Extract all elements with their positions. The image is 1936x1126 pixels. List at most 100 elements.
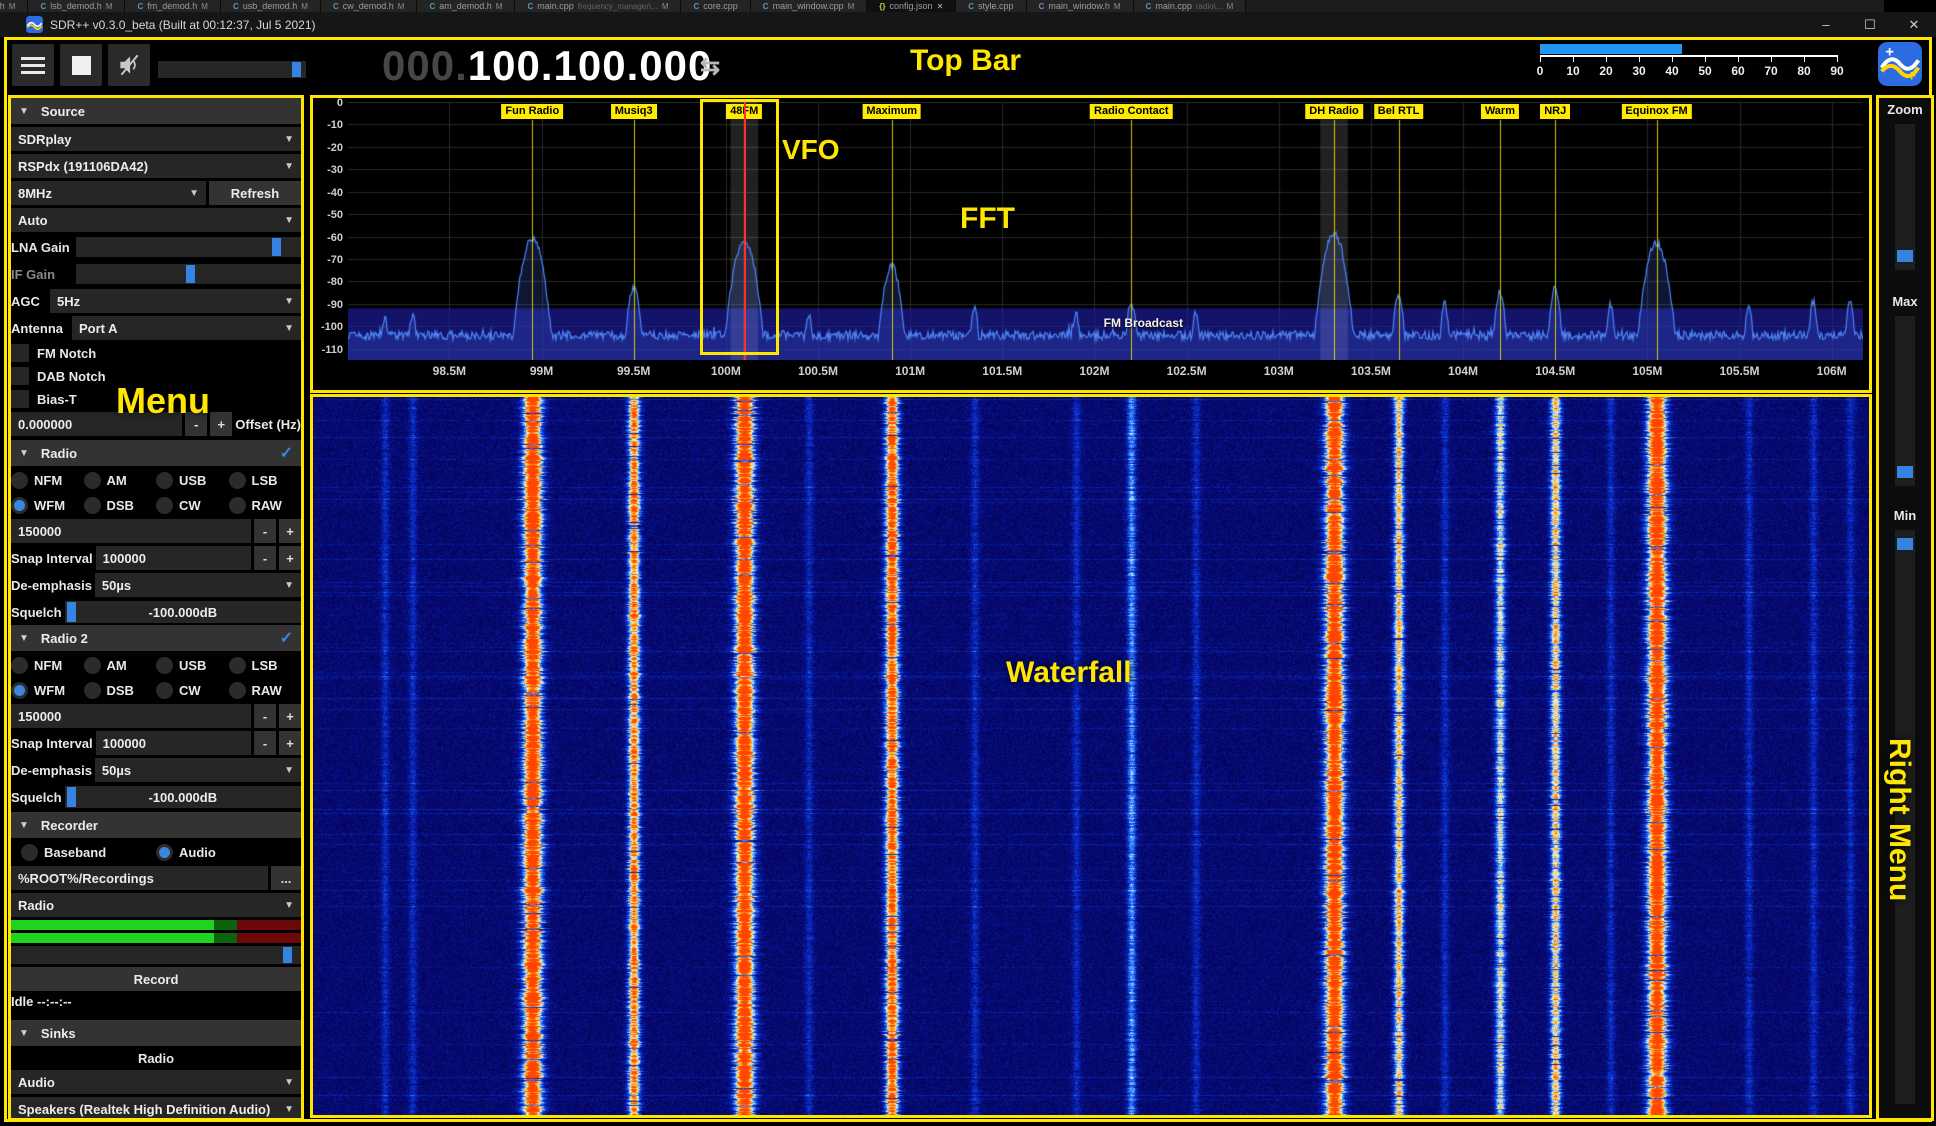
sinks-header[interactable]: ▼ Sinks [11,1020,301,1046]
snap-minus-button[interactable]: - [254,731,276,755]
tab-close-icon[interactable]: ✕ [937,2,944,11]
editor-tab-style-cpp[interactable]: Cstyle.cpp [956,0,1026,12]
editor-tab-cw-demod-h[interactable]: Ccw_demod.hM [321,0,417,12]
recorder-header[interactable]: ▼ Recorder [11,812,301,838]
source-driver-select[interactable]: SDRplay▼ [11,127,301,151]
snap-input[interactable]: 100000 [96,731,251,755]
if-mode-select[interactable]: Auto▼ [11,208,301,232]
recording-path-input[interactable]: %ROOT%/Recordings [11,866,268,890]
zoom-slider[interactable] [1895,124,1915,270]
squelch-handle[interactable] [67,787,76,807]
chevron-down-icon[interactable]: ▼ [19,448,29,459]
bookmark-label-nrj[interactable]: NRJ [1540,104,1570,119]
menu-button[interactable] [12,44,54,86]
sink-device-select[interactable]: Speakers (Realtek High Definition Audio)… [11,1097,301,1118]
source-header[interactable]: ▼ Source [11,98,301,124]
bookmark-label-radio-contact[interactable]: Radio Contact [1090,104,1173,119]
editor-tab-lsb-demod-h[interactable]: Clsb_demod.hM [28,0,125,12]
mode-nfm[interactable]: NFM [11,469,84,491]
recorder-stream-select[interactable]: Radio▼ [11,893,301,917]
enabled-check-icon[interactable]: ✓ [280,443,293,463]
fm-notch-checkbox[interactable] [11,344,29,362]
bookmark-label-warm[interactable]: Warm [1481,104,1519,119]
record-button[interactable]: Record [11,967,301,991]
bias-t-checkbox[interactable] [11,390,29,408]
chevron-down-icon[interactable]: ▼ [19,1028,29,1039]
snap-minus-button[interactable]: - [254,546,276,570]
chevron-down-icon[interactable]: ▼ [19,820,29,831]
recorder-volume-slider[interactable] [11,946,301,964]
mute-button[interactable] [108,44,150,86]
editor-tab-fm-demod-h[interactable]: Cfm_demod.hM [125,0,220,12]
editor-tab-config-json[interactable]: {}config.json✕ [867,0,956,12]
mode-usb[interactable]: USB [156,654,229,676]
sink-type-select[interactable]: Audio▼ [11,1070,301,1094]
volume-slider-handle[interactable] [292,62,301,77]
radio-header[interactable]: ▼ Radio ✓ [11,440,301,466]
waterfall-canvas[interactable] [313,397,1869,1115]
close-icon[interactable]: ✕ [1892,17,1936,33]
editor-tab-usb-demod-h[interactable]: Cusb_demod.hM [221,0,321,12]
squelch-handle[interactable] [67,602,76,622]
if-gain-handle[interactable] [186,265,195,283]
bandwidth-input[interactable]: 150000 [11,519,251,543]
browse-button[interactable]: ... [271,866,301,890]
source-device-select[interactable]: RSPdx (191106DA42)▼ [11,154,301,178]
agc-select[interactable]: 5Hz▼ [50,289,301,313]
mode-raw[interactable]: RAW [229,494,302,516]
frequency-display[interactable]: 000.100.100.000 [382,42,712,90]
mode-am[interactable]: AM [84,469,157,491]
deemphasis-select[interactable]: 50µs▼ [95,573,301,597]
dab-notch-checkbox[interactable] [11,367,29,385]
mode-lsb[interactable]: LSB [229,654,302,676]
bandwidth-minus-button[interactable]: - [254,704,276,728]
editor-tab-main-cpp[interactable]: Cmain.cppfrequency_manager\...M [515,0,681,12]
frequency-bright-digits[interactable]: 100.100.000 [468,42,713,89]
mode-lsb[interactable]: LSB [229,469,302,491]
if-gain-slider[interactable] [76,264,301,284]
editor-tab-main-cpp[interactable]: Cmain.cppradio\...M [1134,0,1247,12]
mode-dsb[interactable]: DSB [84,679,157,701]
deemphasis-select[interactable]: 50µs▼ [95,758,301,782]
snap-plus-button[interactable]: + [279,731,301,755]
mode-cw[interactable]: CW [156,679,229,701]
fft-display[interactable]: 0-10-20-30-40-50-60-70-80-90-100-11098.5… [313,98,1869,390]
max-slider-handle[interactable] [1897,466,1913,478]
snap-input[interactable]: 100000 [96,546,251,570]
frequency-dim-digits[interactable]: 000. [382,42,468,89]
editor-tab-core-cpp[interactable]: Ccore.cpp [681,0,750,12]
bookmark-label-dh-radio[interactable]: DH Radio [1305,104,1363,119]
recorder-volume-handle[interactable] [283,947,292,963]
mode-usb[interactable]: USB [156,469,229,491]
minimize-icon[interactable]: – [1804,17,1848,32]
min-slider-handle[interactable] [1897,538,1913,550]
recorder-mode-audio[interactable]: Audio [156,841,291,863]
vfo-center-line[interactable] [744,102,746,360]
chevron-down-icon[interactable]: ▼ [19,106,29,117]
bookmark-label-fun-radio[interactable]: Fun Radio [501,104,563,119]
mode-dsb[interactable]: DSB [84,494,157,516]
mode-am[interactable]: AM [84,654,157,676]
bandwidth-plus-button[interactable]: + [279,519,301,543]
chevron-down-icon[interactable]: ▼ [19,633,29,644]
bookmark-label-maximum[interactable]: Maximum [862,104,921,119]
lna-gain-handle[interactable] [272,238,281,256]
max-slider[interactable] [1895,316,1915,486]
offset-plus-button[interactable]: + [210,412,232,436]
mode-cw[interactable]: CW [156,494,229,516]
swap-icon[interactable]: ⇆ [700,52,720,81]
editor-tab-main-window-cpp[interactable]: Cmain_window.cppM [751,0,868,12]
mode-raw[interactable]: RAW [229,679,302,701]
volume-slider[interactable] [158,61,306,78]
radio2-header[interactable]: ▼ Radio 2 ✓ [11,625,301,651]
stop-button[interactable] [60,44,102,86]
lna-gain-slider[interactable] [76,237,301,257]
mode-nfm[interactable]: NFM [11,654,84,676]
bookmark-label-bel-rtl[interactable]: Bel RTL [1374,104,1424,119]
editor-tab-am-demod-h[interactable]: Cam_demod.hM [417,0,515,12]
bandwidth-minus-button[interactable]: - [254,519,276,543]
refresh-button[interactable]: Refresh [209,181,301,205]
zoom-slider-handle[interactable] [1897,250,1913,262]
antenna-select[interactable]: Port A▼ [72,316,301,340]
window-titlebar[interactable]: SDR++ v0.3.0_beta (Built at 00:12:37, Ju… [0,12,1936,37]
